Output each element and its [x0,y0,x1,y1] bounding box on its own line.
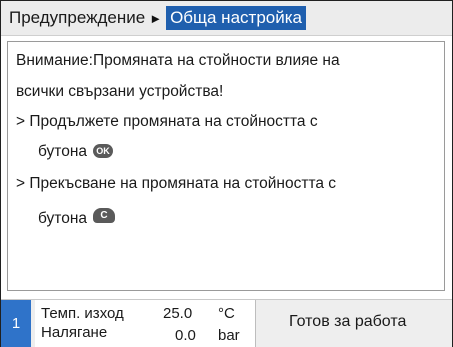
instruction-cancel-text: бутона [38,210,88,227]
breadcrumb: Предупреждение ► Обща настройка [1,1,452,36]
outlet-temp-value: 25.0 [163,305,193,322]
ok-button-icon: OK [93,144,114,158]
pressure-unit: bar [218,327,240,344]
instruction-continue-button-line: бутона OK [38,143,114,161]
pressure-label: Налягане [41,324,108,341]
level-badge: 1 [1,300,31,347]
warning-message-panel: Внимание:Промяната на стойности влияе на… [7,41,445,291]
breadcrumb-current: Обща настройка [166,6,306,30]
outlet-temp-unit: °C [218,305,235,322]
breadcrumb-parent[interactable]: Предупреждение [1,8,145,28]
warning-line-1: Внимание:Промяната на стойности влияе на [16,52,340,69]
breadcrumb-arrow-icon: ► [149,10,163,26]
instruction-continue: > Продължете промяната на стойността с [16,113,318,130]
instruction-cancel-button-line: бутона C [38,208,116,228]
warning-line-2: всички свързани устройства! [16,83,224,100]
instruction-cancel: > Прекъсване на промяната на стойността … [16,175,337,192]
outlet-temp-label: Темп. изход [41,305,124,322]
instruction-continue-text: бутона [38,143,88,160]
measurements-block: Темп. изход 25.0 °C Налягане 0.0 bar [35,300,256,347]
pressure-value: 0.0 [175,327,196,344]
device-screen: Предупреждение ► Обща настройка Внимание… [0,0,453,347]
status-bar: 1 Темп. изход 25.0 °C Налягане 0.0 bar Г… [1,299,452,347]
status-text: Готов за работа [289,313,407,330]
cancel-button-icon: C [93,208,116,223]
